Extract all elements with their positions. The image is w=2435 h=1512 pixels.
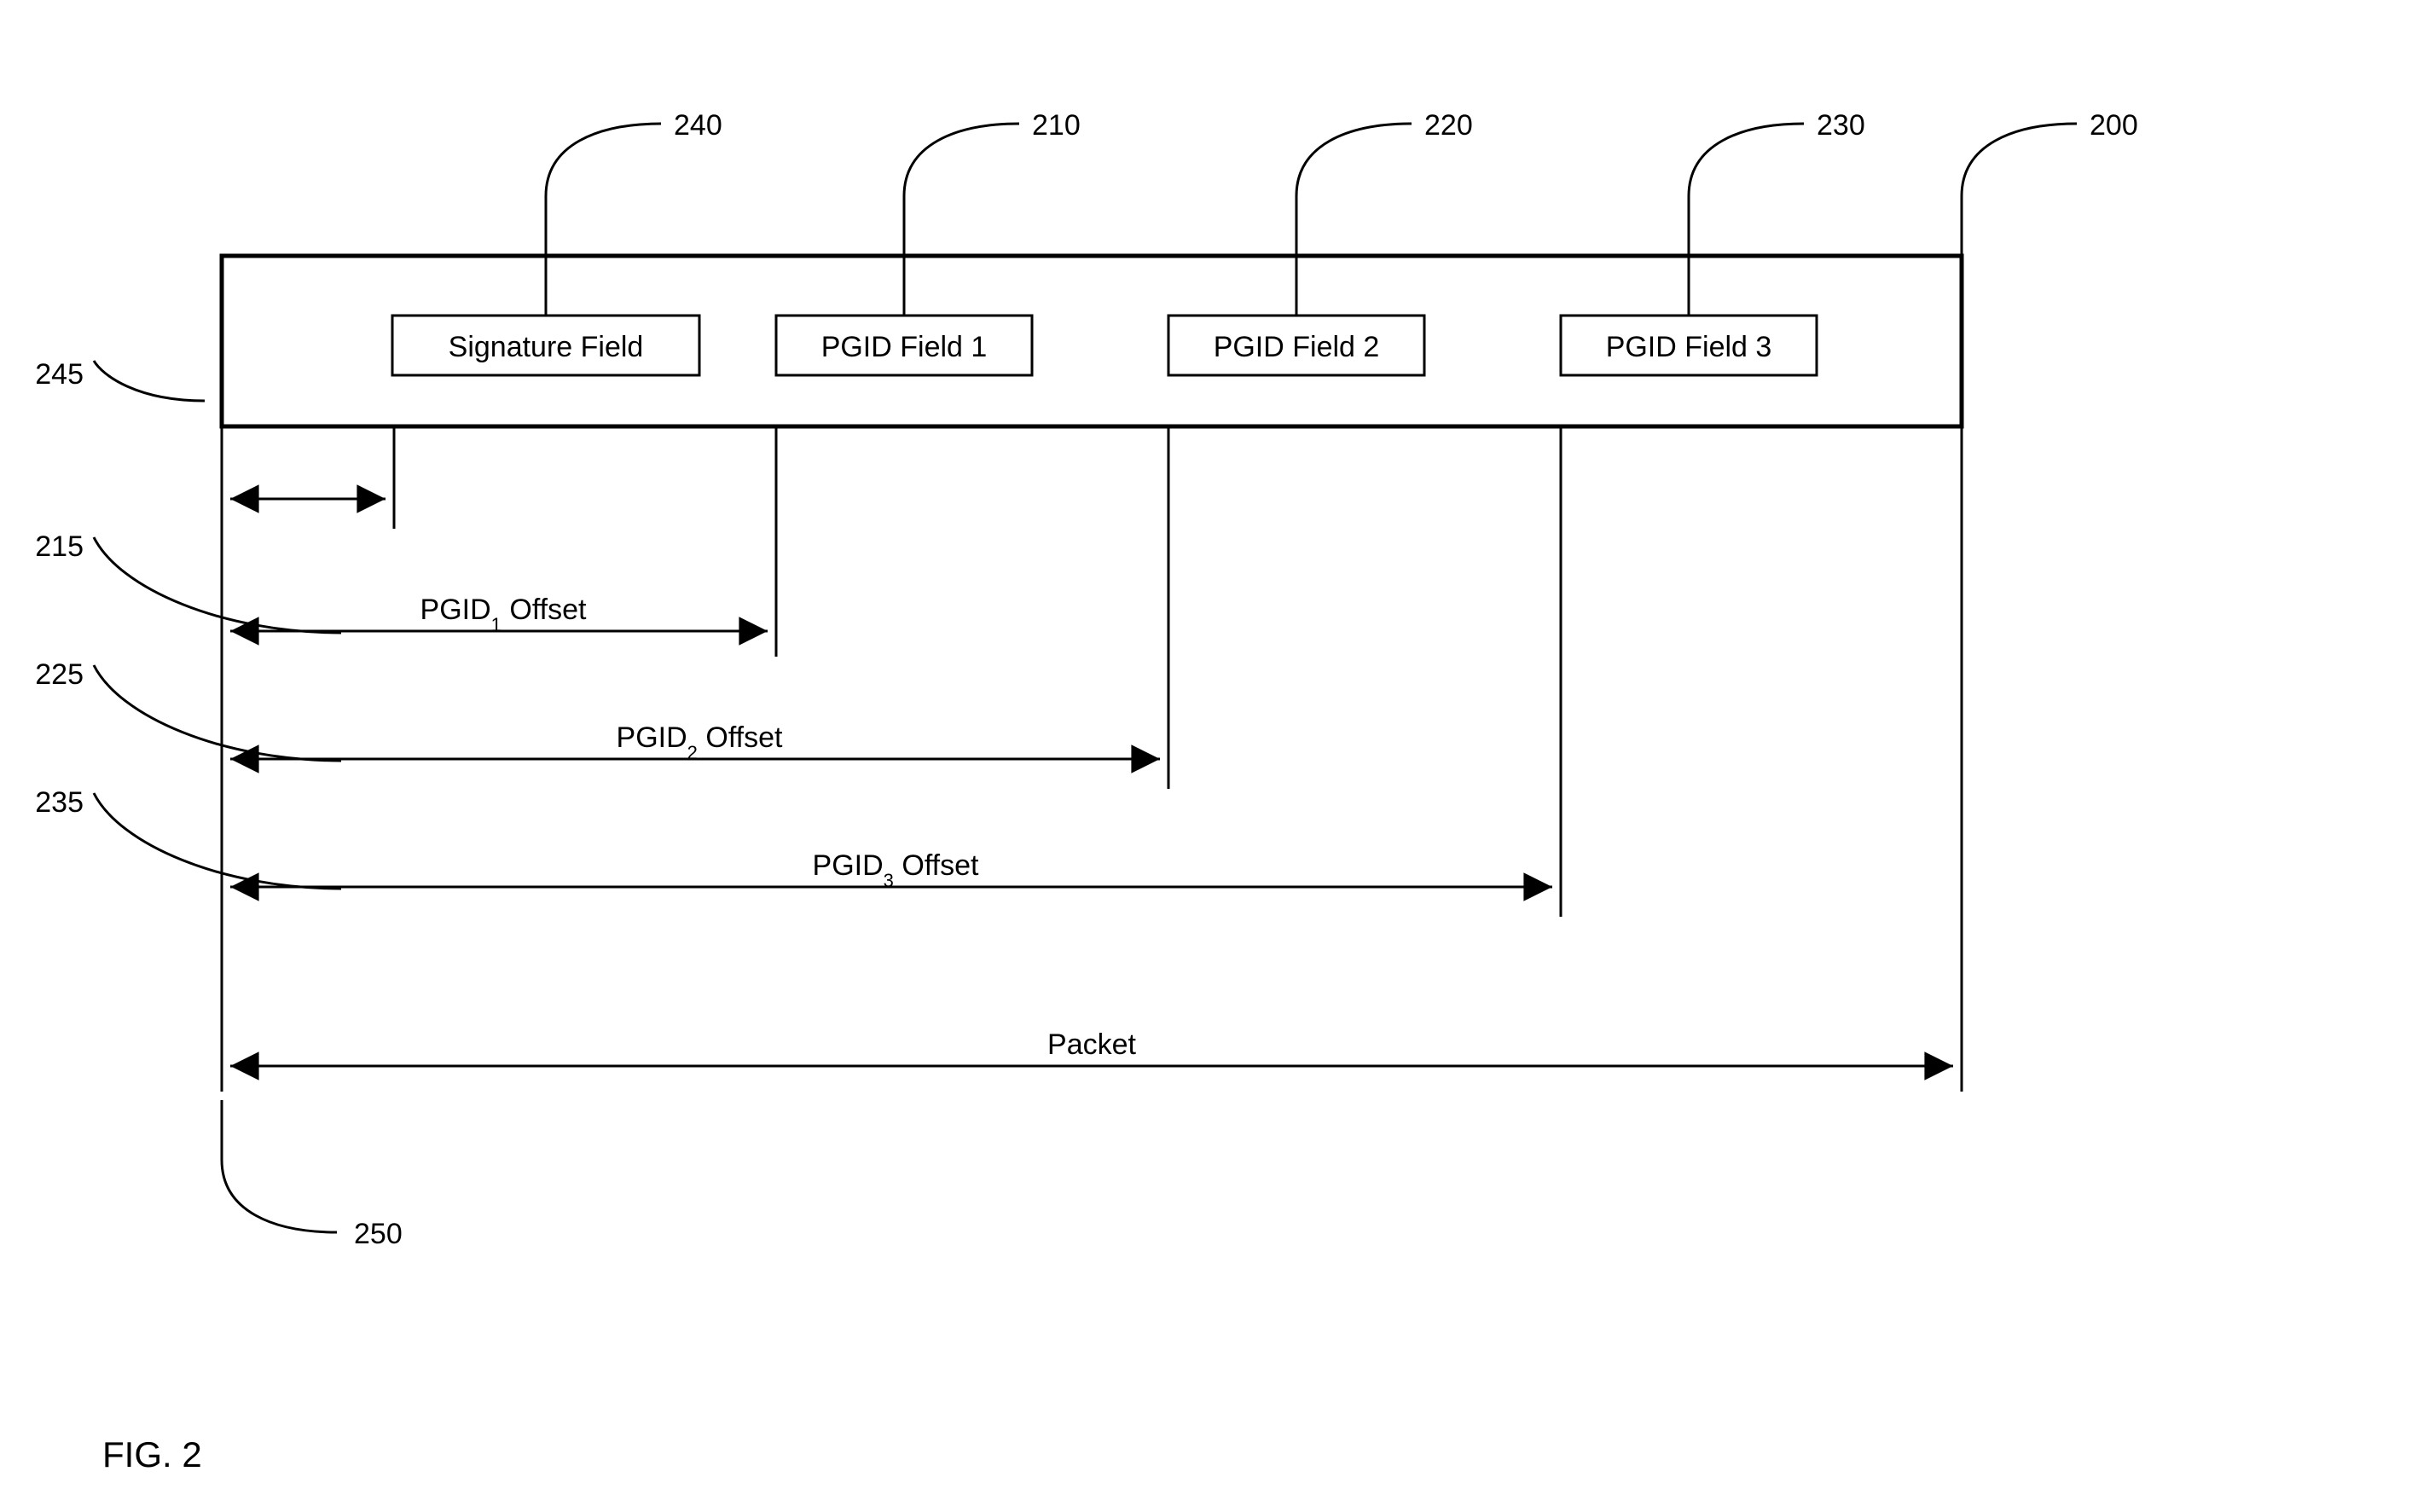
dim-packet-label: Packet (1047, 1028, 1136, 1061)
ref-210: 210 (1032, 109, 1081, 142)
ref-225: 225 (35, 658, 84, 691)
dim-pgid3-label: PGID3 Offset (813, 849, 979, 891)
pgid-field-2-label: PGID Field 2 (1214, 331, 1380, 363)
leader-curve-215 (94, 537, 341, 633)
leader-curve-225 (94, 665, 341, 761)
leader-curve-230 (1689, 124, 1804, 256)
leader-curve-235 (94, 793, 341, 889)
leader-curve-200 (1962, 124, 2077, 256)
leader-curve-240 (546, 124, 661, 256)
ref-250: 250 (354, 1218, 403, 1250)
leader-curve-210 (904, 124, 1019, 256)
dim-pgid2-label: PGID2 Offset (617, 721, 783, 763)
signature-field-label: Signature Field (449, 331, 644, 363)
leader-curve-220 (1296, 124, 1412, 256)
pgid-field-3-label: PGID Field 3 (1606, 331, 1772, 363)
ref-200: 200 (2090, 109, 2138, 142)
packet-diagram: Signature Field PGID Field 1 PGID Field … (0, 0, 2435, 1512)
leader-curve-250 (222, 1100, 337, 1232)
ref-215: 215 (35, 530, 84, 563)
ref-245: 245 (35, 358, 84, 391)
dim-pgid1-label: PGID1 Offset (420, 594, 587, 635)
ref-240: 240 (674, 109, 722, 142)
pgid-field-1-label: PGID Field 1 (821, 331, 988, 363)
figure-caption: FIG. 2 (102, 1434, 202, 1474)
leader-curve-245 (94, 361, 205, 401)
ref-230: 230 (1817, 109, 1865, 142)
ref-220: 220 (1424, 109, 1473, 142)
ref-235: 235 (35, 786, 84, 819)
